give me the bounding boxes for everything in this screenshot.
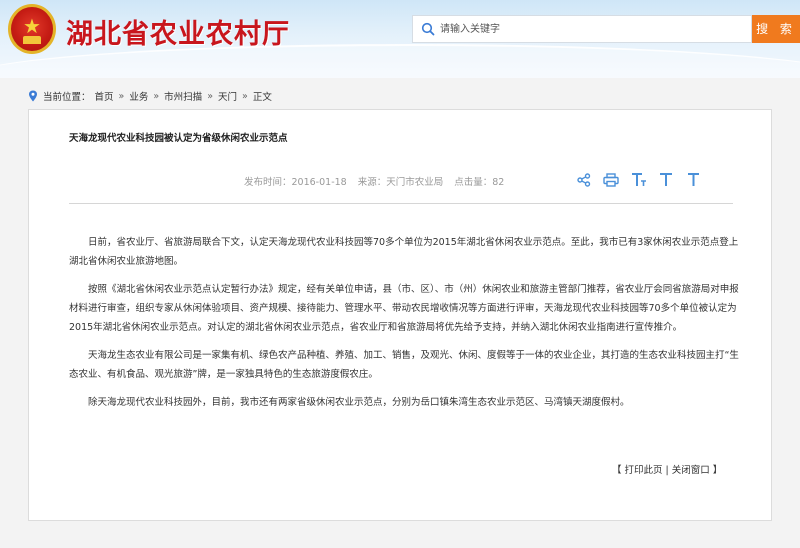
search-button[interactable]: 搜 索 [752,15,800,43]
article-paragraph: 日前，省农业厅、省旅游局联合下文，认定天海龙现代农业科技园等70多个单位为201… [69,237,739,267]
location-pin-icon [29,90,37,102]
breadcrumb-tianmen[interactable]: 天门 [218,89,237,103]
breadcrumb-separator: » [242,90,248,102]
print-close-links[interactable]: 【 打印此页 | 关闭窗口 】 [612,462,722,476]
print-icon[interactable] [603,173,619,187]
search-icon [421,22,435,36]
breadcrumb-home[interactable]: 首页 [95,89,114,103]
article-source: 来源：天门市农业局 [357,177,444,188]
article-body: 日前，省农业厅、省旅游局联合下文，认定天海龙现代农业科技园等70多个单位为201… [69,233,741,421]
font-large-icon[interactable] [631,172,647,188]
site-title[interactable]: 湖北省农业农村厅 [66,12,290,51]
national-emblem-icon: ★ [8,4,56,54]
share-icon[interactable] [577,173,591,187]
breadcrumb-business[interactable]: 业务 [129,89,148,103]
search-input[interactable] [440,19,740,39]
article-paragraph: 按照《湖北省休闲农业示范点认定暂行办法》规定，经有关单位申请，县（市、区）、市（… [69,284,739,333]
breadcrumb-label: 当前位置： [43,92,91,103]
article-card: 天海龙现代农业科技园被认定为省级休闲农业示范点 发布时间：2016-01-18 … [28,109,772,521]
article-paragraph: 天海龙生态农业有限公司是一家集有机、绿色农产品种植、养殖、加工、销售，及观光、休… [69,350,739,380]
article-meta: 发布时间：2016-01-18 来源：天门市农业局 点击量：82 [244,174,504,188]
article-title: 天海龙现代农业科技园被认定为省级休闲农业示范点 [69,133,288,144]
breadcrumb-separator: » [118,90,125,102]
breadcrumb-separator: » [207,90,213,102]
publish-time: 发布时间：2016-01-18 [244,177,347,188]
font-small-icon[interactable] [687,172,701,188]
article-paragraph: 除天海龙现代农业科技园外，目前，我市还有两家省级休闲农业示范点，分别为岳口镇朱湾… [88,397,630,408]
breadcrumb-separator: » [153,90,160,102]
breadcrumb-city-scan[interactable]: 市州扫描 [164,89,202,103]
breadcrumb-current: 正文 [252,92,272,103]
breadcrumb: 当前位置： 首页 » 业务 » 市州扫描 » 天门 » 正文 [28,88,276,104]
font-medium-icon[interactable] [659,172,675,188]
click-count: 点击量：82 [454,177,505,188]
search-box[interactable] [412,15,752,43]
divider [69,203,733,204]
article-tools [577,171,701,189]
site-header: ★ 湖北省农业农村厅 搜 索 [0,0,800,78]
